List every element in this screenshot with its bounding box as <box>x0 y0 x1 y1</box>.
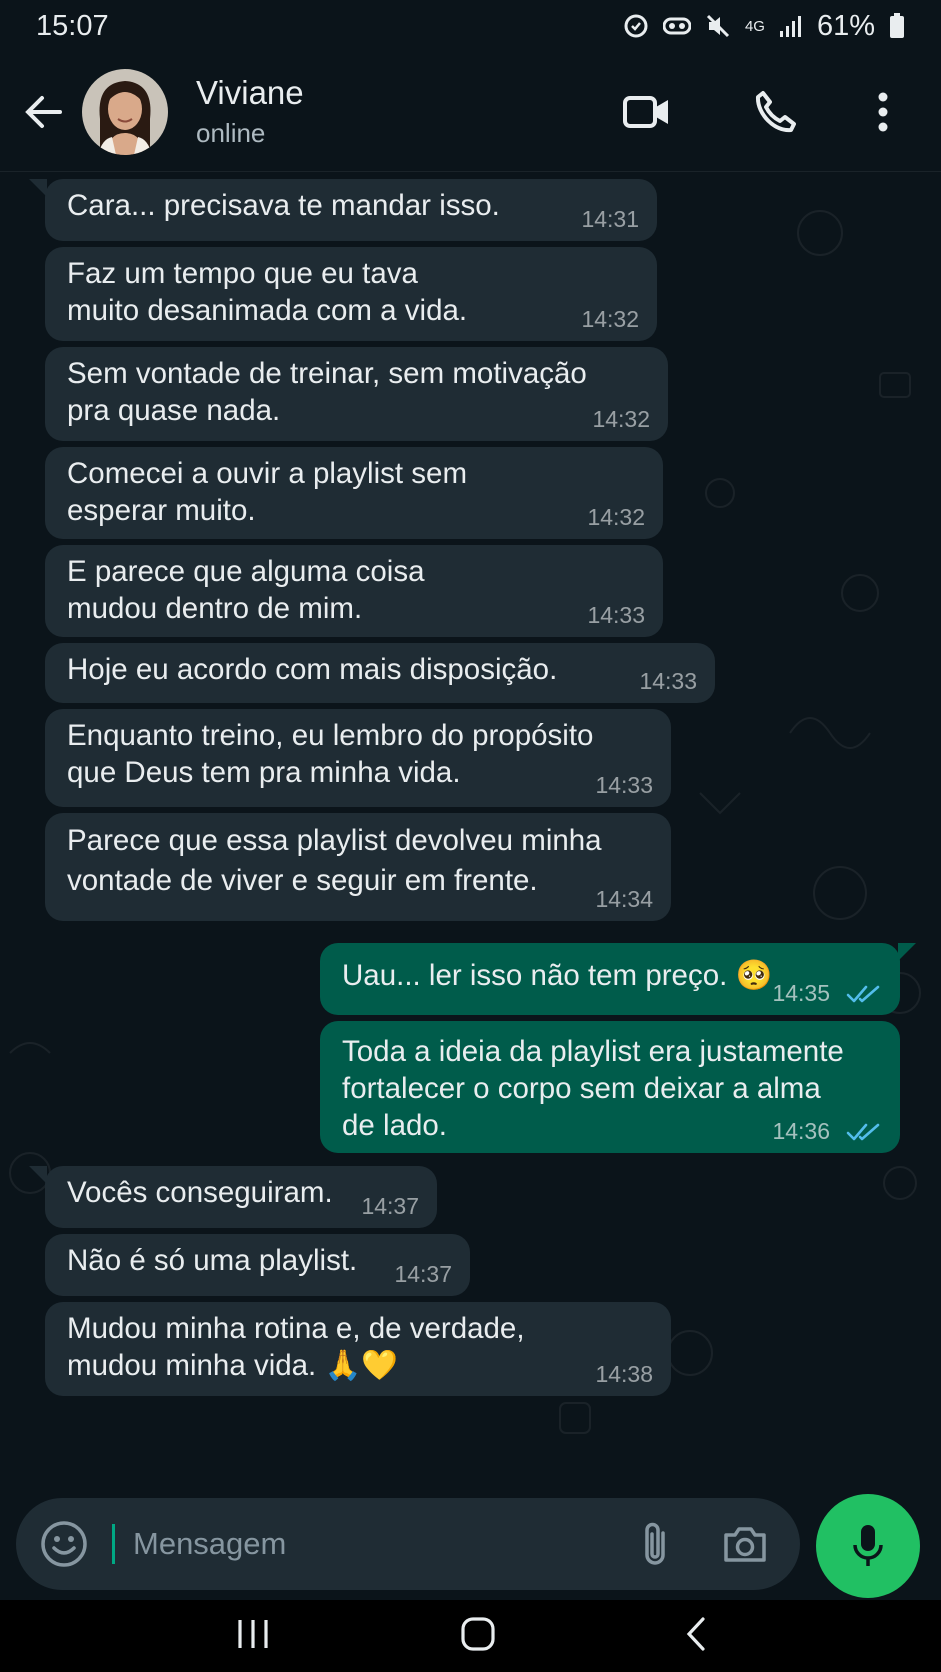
smiley-icon <box>41 1521 87 1567</box>
voice-call-button[interactable] <box>725 62 825 162</box>
incoming-message[interactable]: Hoje eu acordo com mais disposição. 14:3… <box>45 643 715 703</box>
recents-icon <box>237 1619 268 1648</box>
message-text: Sem vontade de treinar, sem motivação pr… <box>67 357 587 427</box>
signal-icon <box>779 16 801 37</box>
incoming-message[interactable]: Faz um tempo que eu tava muito desanimad… <box>45 247 657 341</box>
incoming-message[interactable]: Enquanto treino, eu lembro do propósito … <box>45 709 671 807</box>
mute-icon <box>706 14 729 38</box>
status-time: 15:07 <box>36 9 109 42</box>
message-time: 14:31 <box>581 206 639 232</box>
message-input[interactable] <box>112 1524 610 1564</box>
message-time: 14:35 <box>772 980 830 1006</box>
back-button[interactable] <box>0 52 86 172</box>
message-text: Não é só uma playlist. <box>67 1244 358 1277</box>
message-text: Enquanto treino, eu lembro do propósito … <box>67 719 594 789</box>
message-time: 14:34 <box>595 886 653 912</box>
incoming-message[interactable]: Vocês conseguiram. 14:37 <box>29 1166 437 1228</box>
message-text: Mudou minha rotina e, de verdade, mudou … <box>67 1312 525 1382</box>
attach-button[interactable] <box>610 1498 700 1590</box>
avatar[interactable] <box>82 68 168 155</box>
message-time: 14:37 <box>361 1193 419 1219</box>
camera-button[interactable] <box>700 1498 790 1590</box>
message-text: E parece que alguma coisa mudou dentro d… <box>67 555 425 625</box>
camera-icon <box>724 1527 766 1562</box>
voice-message-button[interactable] <box>816 1494 920 1598</box>
message-time: 14:32 <box>581 306 639 332</box>
chat-area[interactable]: Cara... precisava te mandar isso. 14:31 … <box>0 173 941 1495</box>
message-time: 14:38 <box>595 1361 653 1387</box>
incoming-message[interactable]: E parece que alguma coisa mudou dentro d… <box>45 545 663 637</box>
message-text: Cara... precisava te mandar isso. <box>67 189 500 222</box>
video-camera-icon <box>623 95 668 128</box>
message-time: 14:33 <box>595 772 653 798</box>
status-bar: 15:07 4G 61% <box>0 0 941 52</box>
incoming-message[interactable]: Mudou minha rotina e, de verdade, mudou … <box>45 1302 671 1396</box>
incoming-message[interactable]: Cara... precisava te mandar isso. 14:31 <box>29 179 657 241</box>
message-time: 14:36 <box>772 1118 830 1144</box>
message-time: 14:32 <box>592 406 650 432</box>
read-ticks-icon <box>846 1123 880 1141</box>
recents-button[interactable] <box>235 1618 271 1655</box>
phone-icon <box>756 90 796 132</box>
chevron-left-icon <box>686 1616 705 1651</box>
avatar-image <box>82 68 168 155</box>
message-time: 14:32 <box>587 504 645 530</box>
home-button[interactable] <box>460 1616 496 1657</box>
incoming-message[interactable]: Comecei a ouvir a playlist sem esperar m… <box>45 447 663 539</box>
message-time: 14:33 <box>639 668 697 694</box>
video-call-button[interactable] <box>597 62 697 162</box>
emoji-button[interactable] <box>16 1498 112 1590</box>
sync-icon <box>624 14 648 38</box>
outgoing-message[interactable]: Toda a ideia da playlist era justamente … <box>320 1021 900 1153</box>
battery-icon <box>890 13 904 38</box>
contact-info[interactable]: Viviane online <box>196 73 597 151</box>
outgoing-message[interactable]: Uau... ler isso não tem preço. 🥺 14:35 <box>320 943 916 1015</box>
message-text: Parece que essa playlist devolveu minha … <box>67 824 602 897</box>
arrow-left-icon <box>25 95 62 128</box>
status-icons: 4G 61% <box>623 10 905 43</box>
paperclip-icon <box>645 1522 665 1565</box>
message-time: 14:33 <box>587 602 645 628</box>
message-composer <box>16 1498 800 1590</box>
more-options-button[interactable] <box>833 62 933 162</box>
incoming-message[interactable]: Não é só uma playlist. 14:37 <box>45 1234 470 1296</box>
incoming-message[interactable]: Parece que essa playlist devolveu minha … <box>45 813 671 921</box>
network-type: 4G <box>744 17 765 35</box>
android-nav-bar <box>0 1600 941 1672</box>
contact-status: online <box>196 117 266 148</box>
message-text: Comecei a ouvir a playlist sem esperar m… <box>67 457 468 527</box>
more-vertical-icon <box>878 92 888 131</box>
incoming-message[interactable]: Sem vontade de treinar, sem motivação pr… <box>45 347 668 441</box>
message-text: Faz um tempo que eu tava muito desanimad… <box>67 257 468 327</box>
voicemail-icon <box>662 17 691 35</box>
battery-percent: 61% <box>816 9 875 42</box>
chat-header: Viviane online <box>0 52 941 172</box>
microphone-icon <box>853 1525 883 1566</box>
read-ticks-icon <box>846 985 880 1003</box>
nav-back-button[interactable] <box>685 1616 707 1657</box>
message-text: Hoje eu acordo com mais disposição. <box>67 653 558 686</box>
contact-name: Viviane <box>196 73 304 111</box>
message-time: 14:37 <box>394 1261 452 1287</box>
home-icon <box>460 1616 495 1651</box>
